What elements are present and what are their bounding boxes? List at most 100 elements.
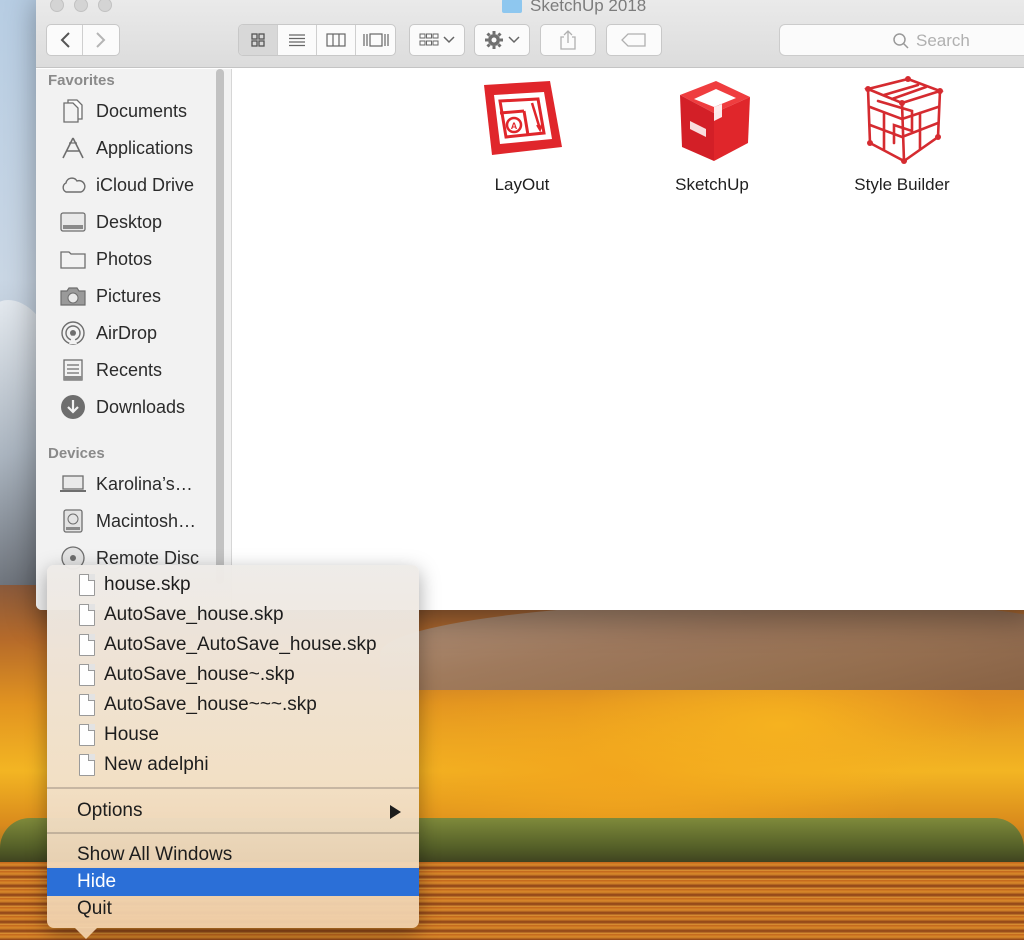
search-placeholder: Search [916, 31, 970, 50]
tags-button[interactable] [606, 24, 662, 56]
sidebar-item-label: iCloud Drive [96, 174, 195, 195]
menu-item-label: Hide [77, 871, 117, 892]
menu-item-quit[interactable]: Quit [47, 895, 419, 923]
document-icon [79, 664, 95, 686]
menu-item-label: House [104, 724, 159, 745]
style-builder-app-icon [863, 76, 944, 164]
chevron-left-icon [60, 32, 70, 48]
view-mode-control [238, 24, 396, 56]
applications-icon [60, 136, 86, 160]
document-icon [79, 634, 95, 656]
app-item-label: LayOut [494, 175, 550, 194]
sidebar-item-label: Desktop [96, 211, 163, 232]
sidebar-item-recents[interactable]: Recents [60, 355, 220, 385]
sidebar-item-label: Downloads [96, 396, 186, 417]
column-view-button[interactable] [317, 25, 356, 55]
downloads-icon [60, 395, 86, 419]
chevron-right-icon [96, 32, 106, 48]
app-item-style-builder[interactable]: Style Builder [827, 73, 977, 195]
sidebar-item-downloads[interactable]: Downloads [60, 392, 220, 422]
document-icon [79, 694, 95, 716]
laptop-icon [60, 472, 86, 496]
sidebar-item-desktop[interactable]: Desktop [60, 207, 220, 237]
icon-view-button[interactable] [239, 25, 278, 55]
recents-icon [60, 358, 86, 382]
sidebar-item-applications[interactable]: Applications [60, 133, 220, 163]
gallery-icon [362, 33, 389, 47]
document-icon [79, 574, 95, 596]
gallery-view-button[interactable] [356, 25, 395, 55]
columns-icon [326, 33, 346, 47]
menu-item-recent-file[interactable]: house.skp [47, 571, 419, 599]
app-item-layout[interactable]: A LayOut [447, 73, 597, 195]
sidebar-item-icloud-drive[interactable]: iCloud Drive [60, 170, 220, 200]
sketchup-app-icon [680, 81, 750, 161]
sidebar-item-pictures[interactable]: Pictures [60, 281, 220, 311]
window-title: SketchUp 2018 [502, 0, 646, 16]
document-icon [79, 724, 95, 746]
app-item-label: Style Builder [854, 175, 950, 194]
icloud-icon [60, 173, 86, 197]
menu-item-show-all-windows[interactable]: Show All Windows [47, 841, 419, 869]
app-item-label: SketchUp [675, 175, 749, 194]
sidebar-item-label: Pictures [96, 285, 162, 306]
menu-separator [47, 832, 419, 834]
menu-item-recent-file[interactable]: AutoSave_house.skp [47, 601, 419, 629]
tag-icon [621, 33, 646, 47]
menu-item-recent-file[interactable]: AutoSave_house~~~.skp [47, 691, 419, 719]
document-icon [79, 754, 95, 776]
close-window-button[interactable] [50, 0, 64, 12]
menu-item-recent-file[interactable]: AutoSave_AutoSave_house.skp [47, 631, 419, 659]
chevron-down-icon [443, 36, 455, 44]
finder-sidebar: Favorites Documents Applications iCloud … [36, 69, 232, 610]
back-button[interactable] [47, 25, 83, 55]
minimize-window-button[interactable] [74, 0, 88, 12]
icon-grid-icon [251, 33, 265, 47]
svg-text:A: A [511, 121, 518, 131]
menu-item-label: AutoSave_house~~~.skp [104, 694, 317, 715]
share-icon [560, 30, 576, 50]
sidebar-item-documents[interactable]: Documents [60, 96, 220, 126]
menu-separator [47, 787, 419, 789]
menu-item-label: Show All Windows [77, 844, 233, 865]
menu-item-label: AutoSave_house~.skp [104, 664, 295, 685]
forward-button[interactable] [83, 25, 119, 55]
group-by-button[interactable] [409, 24, 465, 56]
airdrop-icon [60, 321, 86, 345]
folder-icon [502, 0, 522, 13]
menu-item-label: Options [77, 800, 143, 821]
app-item-sketchup[interactable]: SketchUp [637, 73, 787, 195]
menu-item-recent-file[interactable]: AutoSave_house~.skp [47, 661, 419, 689]
action-menu-button[interactable] [474, 24, 530, 56]
layout-app-icon: A [484, 81, 562, 155]
finder-toolbar: SketchUp 2018 Search [36, 0, 1024, 68]
menu-item-recent-file[interactable]: House [47, 721, 419, 749]
sidebar-item-macintosh-hd[interactable]: Macintosh… [60, 506, 220, 536]
sidebar-item-label: Documents [96, 100, 188, 121]
gear-icon [485, 31, 503, 49]
sidebar-item-photos[interactable]: Photos [60, 244, 220, 274]
search-icon [893, 33, 909, 49]
folder-icon [60, 247, 86, 271]
chevron-down-icon [508, 36, 520, 44]
search-placeholder-group: Search [892, 31, 970, 51]
group-grid-icon [419, 33, 439, 46]
sidebar-item-label: Applications [96, 137, 194, 158]
menu-item-label: New adelphi [104, 754, 209, 775]
list-view-button[interactable] [278, 25, 317, 55]
menu-item-hide[interactable]: Hide [47, 868, 419, 896]
share-button[interactable] [540, 24, 596, 56]
sidebar-item-airdrop[interactable]: AirDrop [60, 318, 220, 348]
zoom-window-button[interactable] [98, 0, 112, 12]
menu-item-label: Quit [77, 898, 112, 919]
desktop-icon [60, 210, 86, 234]
document-icon [79, 604, 95, 626]
menu-item-label: house.skp [104, 574, 191, 595]
sidebar-scrollbar[interactable] [216, 69, 224, 584]
sidebar-item-label: Photos [96, 248, 153, 269]
search-field[interactable]: Search [779, 24, 1024, 56]
sidebar-item-karolinas-macbook[interactable]: Karolina’s… [60, 469, 220, 499]
dock-context-menu: house.skp AutoSave_house.skp AutoSave_Au… [47, 565, 419, 928]
menu-item-recent-file[interactable]: New adelphi [47, 751, 419, 779]
menu-item-options[interactable]: Options [47, 797, 419, 825]
